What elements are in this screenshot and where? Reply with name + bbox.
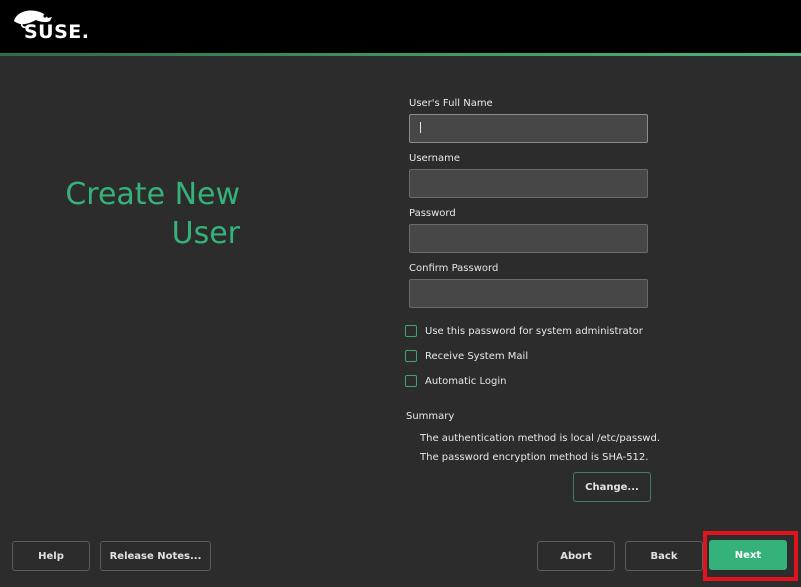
automatic-login-option[interactable]: Automatic Login	[405, 374, 506, 388]
page-title: Create New User	[0, 175, 240, 253]
automatic-login-label: Automatic Login	[425, 375, 507, 387]
summary-title: Summary	[406, 411, 455, 422]
password-field[interactable]	[409, 224, 648, 253]
help-button[interactable]: Help	[12, 541, 90, 571]
abort-button[interactable]: Abort	[537, 541, 615, 571]
top-bar: SUSE.	[0, 0, 801, 53]
header-divider	[0, 53, 801, 56]
use-password-admin-checkbox[interactable]	[405, 325, 417, 337]
release-notes-button[interactable]: Release Notes...	[100, 541, 211, 571]
password-label: Password	[409, 208, 456, 219]
summary-auth-method: The authentication method is local /etc/…	[420, 433, 661, 444]
back-button[interactable]: Back	[625, 541, 703, 571]
receive-system-mail-label: Receive System Mail	[425, 350, 529, 362]
receive-system-mail-option[interactable]: Receive System Mail	[405, 349, 528, 363]
next-button-highlight	[703, 531, 798, 581]
receive-system-mail-checkbox[interactable]	[405, 350, 417, 362]
automatic-login-checkbox[interactable]	[405, 375, 417, 387]
change-button[interactable]: Change...	[573, 472, 651, 502]
suse-logo: SUSE.	[12, 7, 92, 43]
full-name-field[interactable]	[409, 114, 648, 143]
confirm-password-label: Confirm Password	[409, 263, 499, 274]
confirm-password-field[interactable]	[409, 279, 648, 308]
full-name-label: User's Full Name	[409, 98, 493, 109]
page-title-line-2: User	[171, 216, 240, 251]
username-field[interactable]	[409, 169, 648, 198]
brand-wordmark: SUSE.	[24, 21, 90, 43]
use-password-admin-option[interactable]: Use this password for system administrat…	[405, 324, 643, 338]
summary-encryption-method: The password encryption method is SHA-51…	[420, 452, 649, 463]
page-title-line-1: Create New	[65, 177, 240, 212]
username-label: Username	[409, 153, 460, 164]
use-password-admin-label: Use this password for system administrat…	[425, 325, 643, 337]
text-caret	[420, 122, 421, 133]
